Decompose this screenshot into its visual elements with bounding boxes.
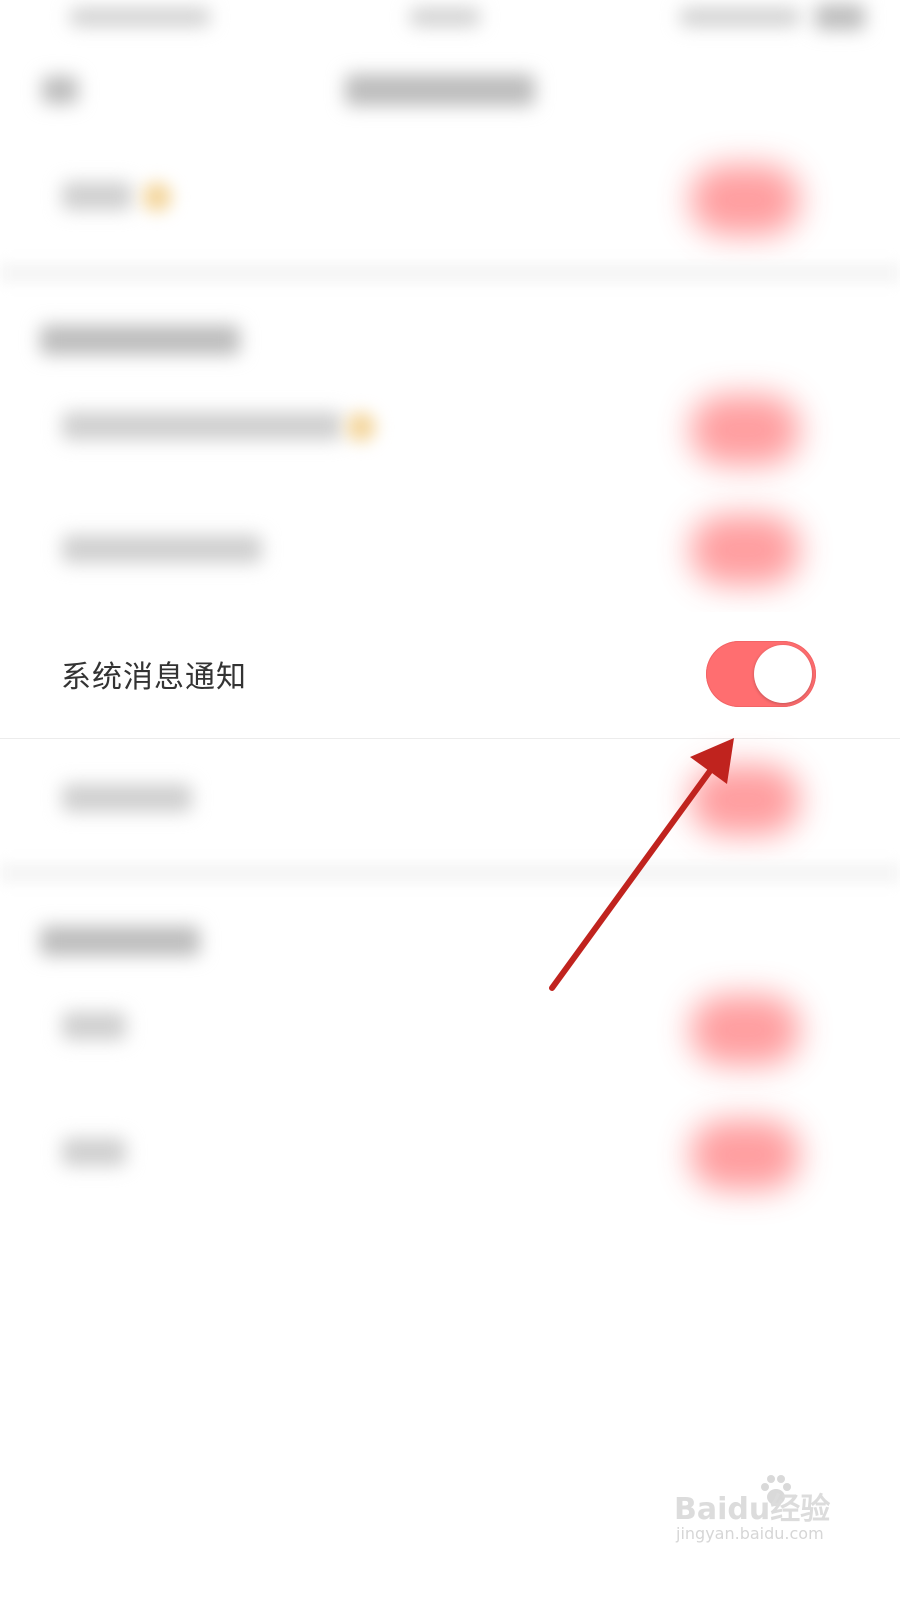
watermark-brand: Baidu经验: [674, 1492, 831, 1527]
annotation-arrow-icon: [549, 738, 734, 991]
watermark-url: jingyan.baidu.com: [676, 1524, 824, 1543]
watermark: Baidu经验 jingyan.baidu.com: [674, 1472, 844, 1552]
